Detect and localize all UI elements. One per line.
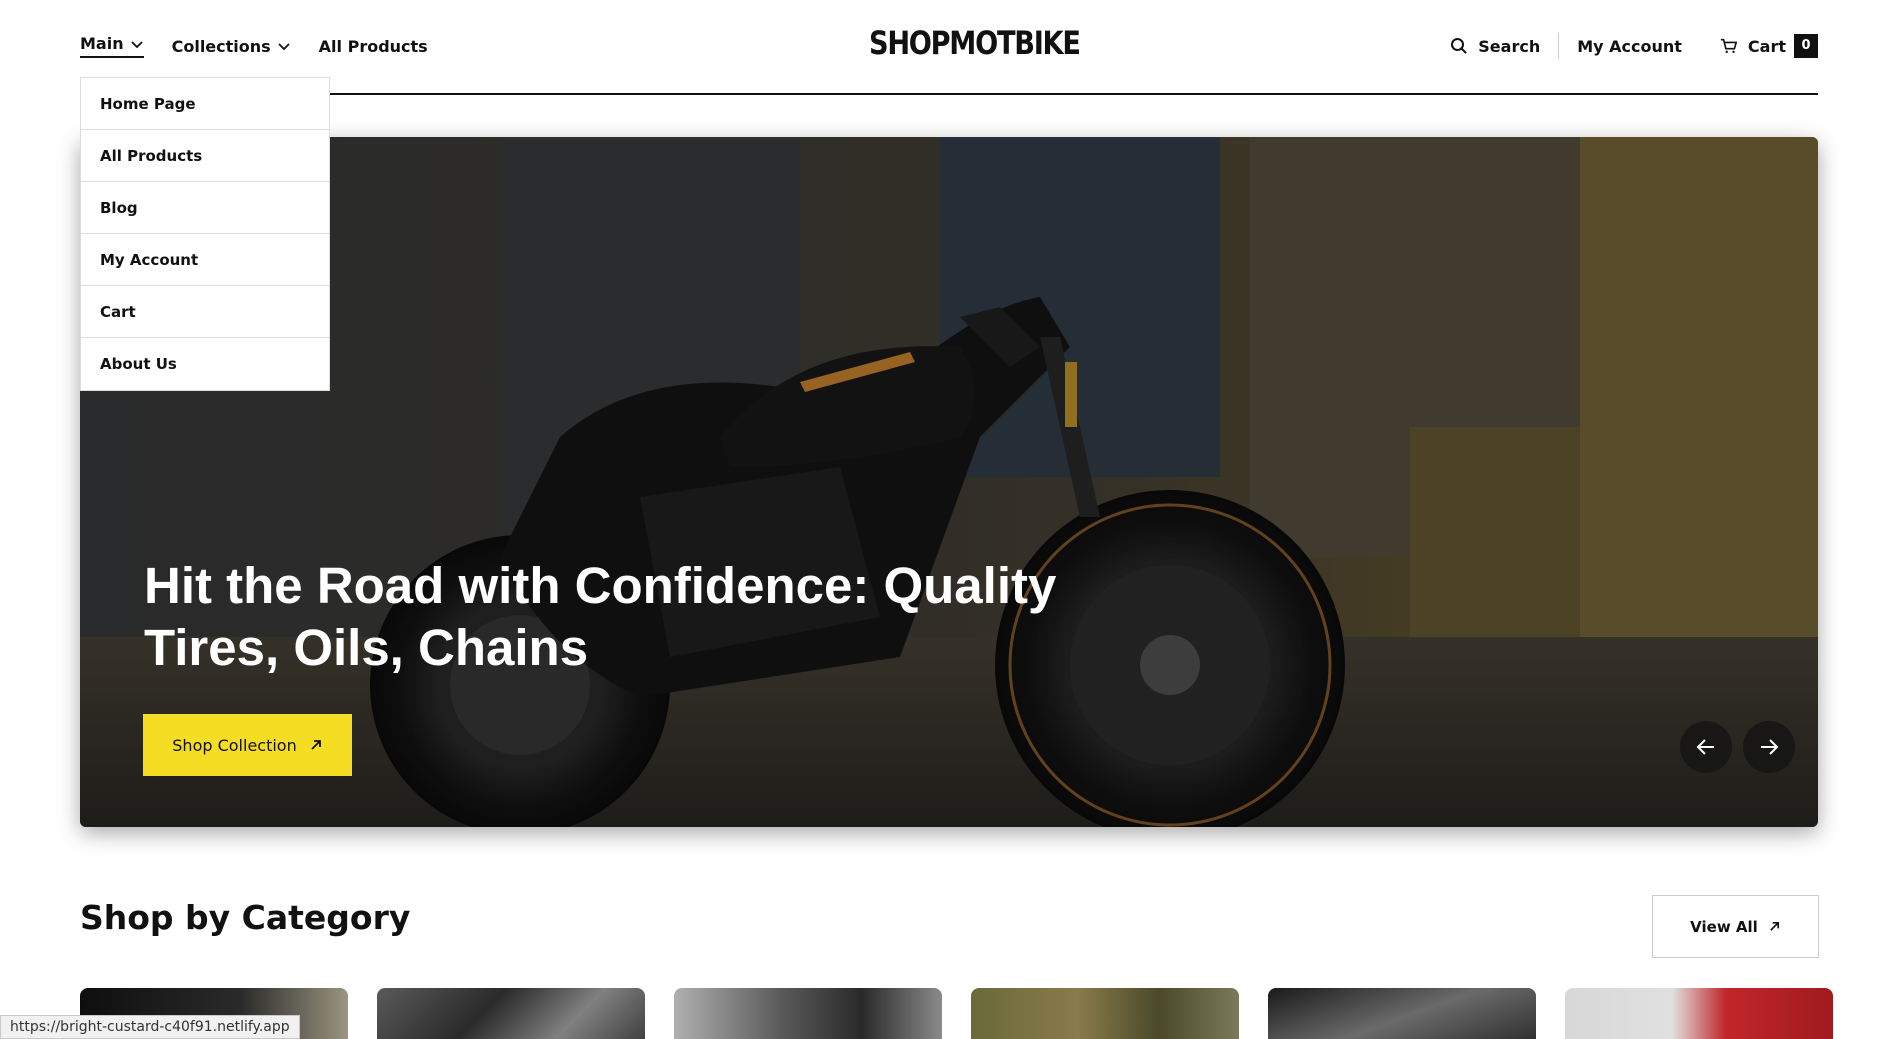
category-card[interactable] (377, 988, 645, 1039)
dropdown-item-blog[interactable]: Blog (81, 182, 329, 234)
cart-count-badge: 0 (1794, 34, 1818, 58)
nav-all-products-label: All Products (318, 36, 428, 56)
dropdown-item-cart[interactable]: Cart (81, 286, 329, 338)
browser-status-url: https://bright-custard-c40f91.netlify.ap… (0, 1015, 300, 1039)
main-dropdown-menu: Home Page All Products Blog My Account C… (80, 77, 330, 391)
nav-all-products[interactable]: All Products (319, 37, 428, 56)
nav-main-label: Main (80, 34, 124, 53)
category-section-title: Shop by Category (80, 898, 411, 937)
arrow-up-right-icon (1770, 921, 1779, 931)
shop-collection-label: Shop Collection (172, 735, 297, 755)
main-nav: Main Collections All Products (80, 34, 456, 58)
chevron-down-icon (278, 43, 290, 51)
category-card[interactable] (1565, 988, 1833, 1039)
category-card[interactable] (674, 988, 942, 1039)
slider-prev-button[interactable] (1680, 721, 1732, 773)
search-button[interactable]: Search (1450, 33, 1560, 59)
arrow-right-icon (1761, 739, 1779, 755)
cart-label: Cart (1747, 36, 1786, 56)
hero-title: Hit the Road with Confidence: Quality Ti… (144, 557, 1057, 676)
dropdown-item-my-account[interactable]: My Account (81, 234, 329, 286)
arrow-left-icon (1696, 739, 1714, 755)
nav-collections-label: Collections (171, 36, 271, 56)
dropdown-item-home[interactable]: Home Page (81, 78, 329, 130)
dropdown-item-all-products[interactable]: All Products (81, 130, 329, 182)
hero-slider: Hit the Road with Confidence: Quality Ti… (80, 137, 1818, 827)
category-card[interactable] (1268, 988, 1536, 1039)
account-link[interactable]: My Account (1577, 37, 1682, 56)
nav-main[interactable]: Main (80, 34, 144, 58)
search-label: Search (1478, 36, 1541, 56)
arrow-up-right-icon (311, 740, 321, 750)
cart-button[interactable]: Cart 0 (1720, 34, 1818, 58)
chevron-down-icon (130, 40, 143, 48)
view-all-label: View All (1690, 917, 1758, 936)
header-actions: Search My Account Cart 0 (1450, 33, 1818, 59)
dropdown-item-about-us[interactable]: About Us (81, 338, 329, 390)
view-all-button[interactable]: View All (1652, 895, 1819, 958)
shop-collection-button[interactable]: Shop Collection (143, 714, 352, 776)
cart-icon (1720, 38, 1738, 54)
category-card[interactable] (971, 988, 1239, 1039)
site-logo[interactable]: SHOPMOTBIKE (869, 24, 1081, 62)
nav-collections[interactable]: Collections (172, 37, 291, 56)
account-label: My Account (1577, 36, 1682, 56)
site-header: Main Collections All Products SHOPMOTBIK… (80, 0, 1818, 95)
search-icon (1451, 38, 1467, 54)
slider-next-button[interactable] (1743, 721, 1795, 773)
